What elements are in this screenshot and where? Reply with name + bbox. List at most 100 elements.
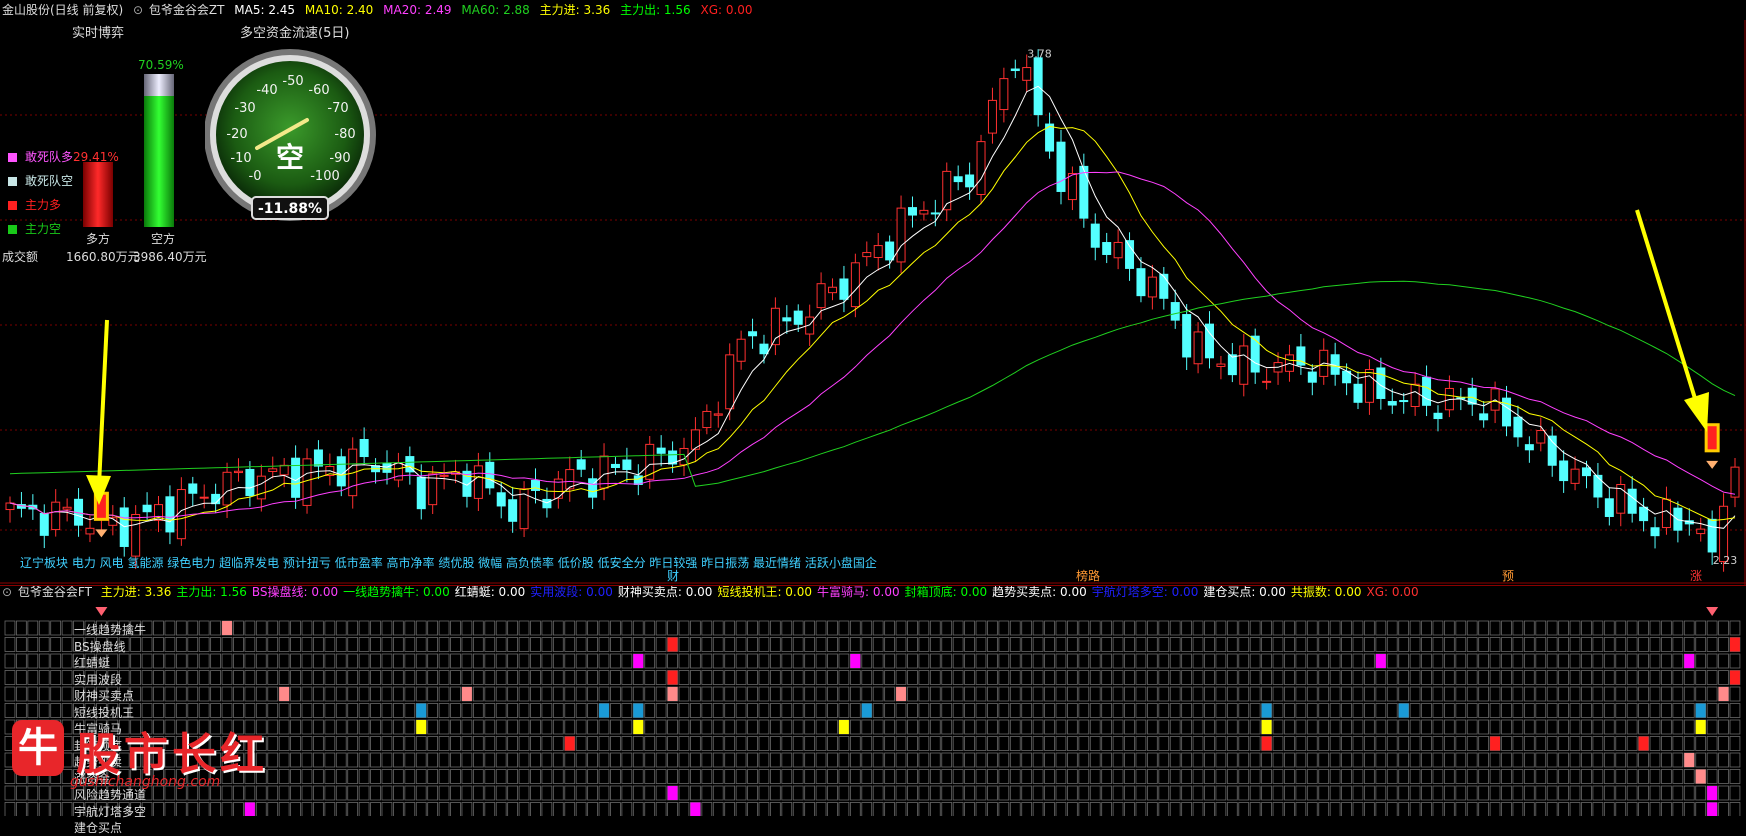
- candle-body: [199, 496, 209, 499]
- grid-cell: [587, 703, 598, 718]
- grid-cell: [998, 769, 1010, 784]
- grid-cell: [1044, 785, 1055, 801]
- grid-cell: [347, 769, 359, 784]
- grid-cell: [747, 736, 758, 751]
- grid-cell: [518, 736, 530, 751]
- grid-cell: [530, 703, 541, 718]
- grid-cell: [735, 802, 747, 816]
- signal-row-label: 红蜻蜓: [74, 656, 111, 670]
- grid-cell: [587, 802, 598, 816]
- grid-cell: [712, 719, 724, 735]
- grid-cell: [1295, 802, 1307, 816]
- grid-cell: [1421, 736, 1432, 751]
- grid-cell: [678, 785, 690, 801]
- grid-cell: [1626, 620, 1638, 636]
- grid-cell: [918, 752, 930, 768]
- grid-cell: [1478, 736, 1489, 751]
- grid-cell: [838, 736, 850, 751]
- grid-cell: [929, 653, 941, 669]
- indicator-name[interactable]: 包爷金谷会ZT: [149, 3, 225, 17]
- grid-cell: [884, 802, 895, 816]
- grid-cell: [610, 653, 621, 669]
- grid-cell: [301, 785, 313, 801]
- grid-cell: [644, 653, 656, 669]
- grid-cell: [415, 637, 427, 652]
- grid-cell: [347, 785, 359, 801]
- grid-cell: [153, 620, 164, 636]
- grid-cell: [587, 736, 598, 751]
- grid-cell: [861, 620, 873, 636]
- grid-cell: [941, 802, 953, 816]
- grid-cell: [1055, 769, 1067, 784]
- grid-cell: [781, 719, 793, 735]
- grid-cell: [575, 653, 587, 669]
- signal-row-label: 宇航灯塔多空: [74, 804, 147, 819]
- grid-cell: [987, 686, 998, 702]
- grid-cell: [16, 686, 27, 702]
- grid-cell: [1615, 785, 1627, 801]
- grid-cell: [1386, 637, 1398, 652]
- grid-cell: [1672, 620, 1684, 636]
- grid-cell: [1204, 752, 1215, 768]
- grid-cell: [815, 637, 827, 652]
- grid-cell: [1169, 653, 1181, 669]
- grid-cell: [530, 752, 541, 768]
- grid-cell: [1364, 752, 1375, 768]
- grid-cell: [918, 736, 930, 751]
- grid-cell: [1364, 719, 1375, 735]
- grid-cell: [1032, 620, 1044, 636]
- stock-title[interactable]: 金山股份(日线 前复权): [2, 3, 123, 17]
- grid-cell: [1341, 686, 1352, 702]
- grid-cell: [1078, 637, 1090, 652]
- grid-cell: [461, 736, 473, 751]
- grid-cell: [1249, 686, 1261, 702]
- grid-cell: [427, 620, 439, 636]
- grid-cell: [1192, 802, 1204, 816]
- grid-cell: [1523, 719, 1535, 735]
- grid-cell: [1329, 620, 1341, 636]
- grid-cell: [792, 703, 804, 718]
- grid-cell: [1135, 736, 1147, 751]
- grid-cell: [381, 653, 393, 669]
- grid-cell: [690, 653, 701, 669]
- grid-cell: [1146, 785, 1158, 801]
- grid-cell: [735, 670, 747, 685]
- grid-cell: [667, 736, 678, 751]
- grid-cell: [50, 686, 62, 702]
- grid-cell: [347, 719, 359, 735]
- grid-cell: [1352, 752, 1364, 768]
- grid-cell: [884, 736, 895, 751]
- grid-cell: [1569, 736, 1581, 751]
- grid-cell: [1489, 802, 1501, 816]
- grid-cell: [1375, 686, 1387, 702]
- grid-cell: [987, 703, 998, 718]
- grid-cell: [964, 637, 975, 652]
- grid-cell: [1044, 670, 1055, 685]
- indicator-toggle-icon[interactable]: ⊙: [133, 3, 143, 17]
- grid-cell: [690, 670, 701, 685]
- grid-cell: [1706, 752, 1718, 768]
- grid-cell: [1535, 785, 1547, 801]
- candle-body: [39, 512, 49, 536]
- grid-cell: [1718, 802, 1729, 816]
- grid-cell: [370, 653, 381, 669]
- grid-cell: [1672, 802, 1684, 816]
- grid-cell: [1581, 802, 1592, 816]
- grid-cell: [598, 686, 610, 702]
- grid-cell: [1158, 719, 1170, 735]
- grid-cell: [198, 637, 210, 652]
- grid-cell: [1569, 703, 1581, 718]
- grid-cell: [1386, 686, 1398, 702]
- grid-cell: [872, 736, 884, 751]
- grid-cell: [347, 802, 359, 816]
- grid-cell: [1501, 620, 1512, 636]
- grid-cell: [1649, 752, 1661, 768]
- grid-cell: [815, 752, 827, 768]
- candle-body: [233, 470, 243, 474]
- grid-cell: [1249, 703, 1261, 718]
- grid-cell: [1466, 785, 1478, 801]
- grid-cell: [1615, 769, 1627, 784]
- grid-cell: [290, 637, 301, 652]
- grid-cell: [27, 686, 39, 702]
- candle-body: [1593, 474, 1603, 498]
